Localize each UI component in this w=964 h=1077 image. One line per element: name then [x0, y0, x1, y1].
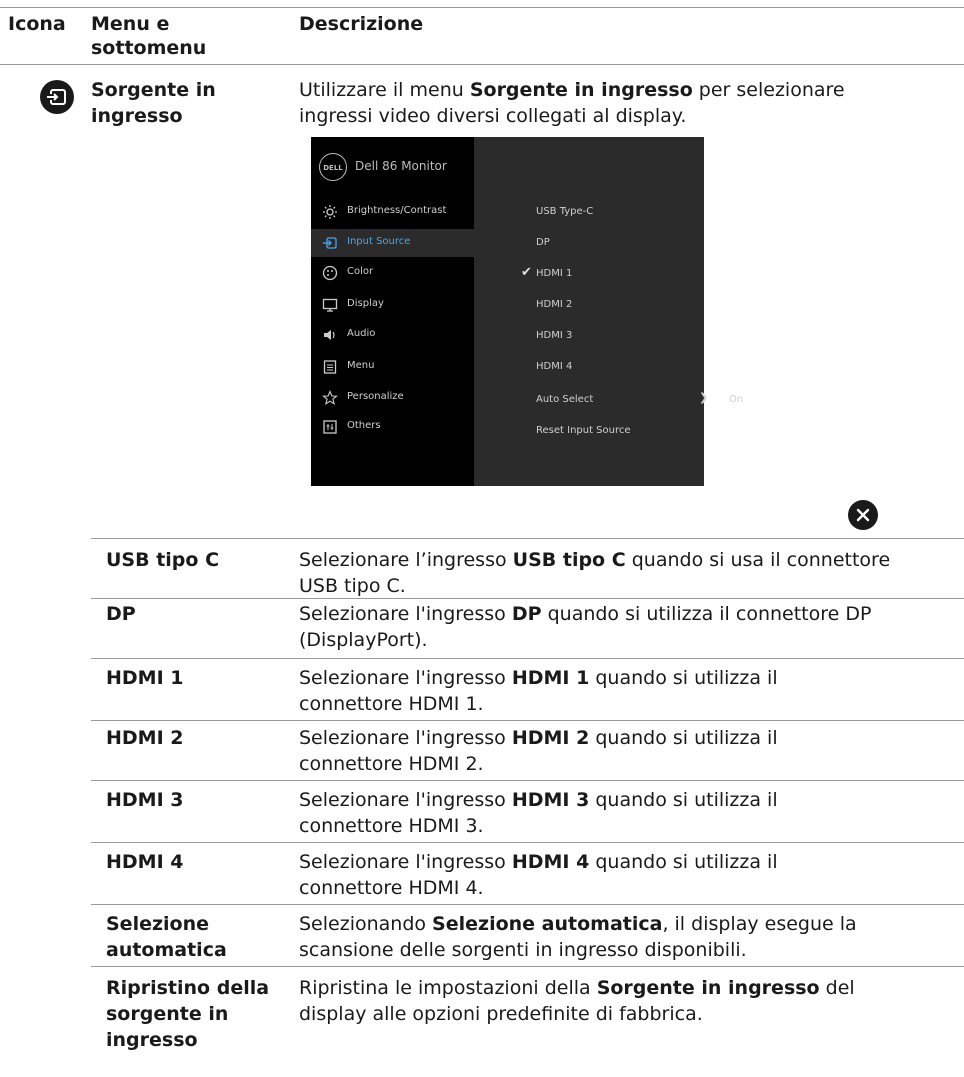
- star-icon: [322, 390, 338, 406]
- row-rule: [91, 842, 964, 843]
- submenu-name: HDMI 2: [106, 727, 184, 749]
- submenu-description: connettore HDMI 2.: [299, 753, 484, 775]
- osd-menu-display[interactable]: Display: [311, 291, 474, 319]
- main-title-line1: Sorgente in: [91, 79, 216, 101]
- submenu-description: scansione delle sorgenti in ingresso dis…: [299, 939, 747, 961]
- osd-option-usb-type-c[interactable]: USB Type-C: [536, 206, 593, 217]
- osd-sidebar: DELL Dell 86 Monitor Brightness/Contrast…: [311, 137, 474, 486]
- submenu-description: display alle opzioni predefinite di fabb…: [299, 1003, 703, 1025]
- osd-option-hdmi3[interactable]: HDMI 3: [536, 330, 572, 341]
- submenu-description: USB tipo C.: [299, 575, 406, 597]
- row-rule: [91, 538, 964, 539]
- osd-auto-select-value: On: [729, 394, 744, 405]
- osd-menu-label: Menu: [347, 360, 375, 371]
- main-description-line2: ingressi video diversi collegati al disp…: [299, 105, 687, 127]
- row-rule: [91, 780, 964, 781]
- osd-option-hdmi4[interactable]: HDMI 4: [536, 361, 572, 372]
- input-source-icon: [323, 237, 337, 249]
- osd-menu-input-source[interactable]: Input Source: [311, 229, 474, 257]
- osd-menu-label: Audio: [347, 328, 376, 339]
- osd-menu-brightness[interactable]: Brightness/Contrast: [311, 198, 474, 226]
- osd-menu-personalize[interactable]: Personalize: [311, 384, 474, 412]
- row-rule: [91, 904, 964, 905]
- osd-options-panel: USB Type-C DP ✔ HDMI 1 HDMI 2 HDMI 3 HDM…: [474, 137, 743, 486]
- input-source-icon: [40, 80, 74, 114]
- submenu-description: Selezionare l'ingresso DP quando si util…: [299, 603, 872, 625]
- osd-option-reset-input-source[interactable]: Reset Input Source: [536, 425, 631, 436]
- submenu-name: automatica: [106, 939, 227, 961]
- submenu-description: Selezionare l'ingresso HDMI 4 quando si …: [299, 851, 778, 873]
- submenu-name: HDMI 4: [106, 851, 184, 873]
- dell-logo: DELL: [319, 153, 347, 181]
- osd-option-dp[interactable]: DP: [536, 237, 550, 248]
- header-icon: Icona: [8, 13, 66, 35]
- header-menu-line2: sottomenu: [91, 37, 207, 59]
- osd-menu-label: Display: [347, 298, 384, 309]
- header-menu-line1: Menu e: [91, 13, 170, 35]
- chevron-right-icon: ❯: [699, 391, 709, 404]
- osd-menu-label: Brightness/Contrast: [347, 205, 447, 216]
- submenu-description: (DisplayPort).: [299, 629, 428, 651]
- submenu-name: HDMI 1: [106, 667, 184, 689]
- table-top-rule: [0, 7, 964, 8]
- osd-menu-menu[interactable]: Menu: [311, 353, 474, 381]
- submenu-description: connettore HDMI 3.: [299, 815, 484, 837]
- osd-menu-label: Input Source: [347, 236, 411, 247]
- menu-icon: [323, 360, 337, 374]
- submenu-description: connettore HDMI 1.: [299, 693, 484, 715]
- submenu-description: Selezionare l'ingresso HDMI 2 quando si …: [299, 727, 778, 749]
- audio-icon: [324, 330, 335, 340]
- color-icon: [322, 265, 338, 281]
- osd-option-hdmi1[interactable]: HDMI 1: [536, 268, 572, 279]
- submenu-name: Ripristino della: [106, 977, 270, 999]
- main-description-line1: Utilizzare il menu Sorgente in ingresso …: [299, 79, 845, 101]
- osd-menu-others[interactable]: Others: [311, 413, 474, 441]
- brightness-icon: [323, 205, 337, 219]
- submenu-name: HDMI 3: [106, 789, 184, 811]
- submenu-description: Ripristina le impostazioni della Sorgent…: [299, 977, 855, 999]
- submenu-description: Selezionando Selezione automatica, il di…: [299, 913, 857, 935]
- osd-menu-color[interactable]: Color: [311, 259, 474, 287]
- row-rule: [91, 658, 964, 659]
- submenu-description: connettore HDMI 4.: [299, 877, 484, 899]
- close-icon: [848, 500, 878, 530]
- osd-title: Dell 86 Monitor: [355, 159, 447, 173]
- display-icon: [322, 298, 338, 312]
- submenu-name: ingresso: [106, 1029, 198, 1051]
- submenu-description: Selezionare l'ingresso HDMI 3 quando si …: [299, 789, 778, 811]
- main-title-line2: ingresso: [91, 105, 183, 127]
- submenu-description: Selezionare l’ingresso USB tipo C quando…: [299, 549, 891, 571]
- header-description: Descrizione: [299, 13, 424, 35]
- checkmark-icon: ✔: [521, 265, 532, 280]
- others-icon: [323, 420, 337, 434]
- osd-menu-audio[interactable]: Audio: [311, 321, 474, 349]
- submenu-description: Selezionare l'ingresso HDMI 1 quando si …: [299, 667, 778, 689]
- row-rule: [91, 598, 964, 599]
- osd-option-auto-select[interactable]: Auto Select: [536, 394, 593, 405]
- submenu-name: sorgente in: [106, 1003, 229, 1025]
- submenu-name: Selezione: [106, 913, 210, 935]
- osd-menu-screenshot: DELL Dell 86 Monitor Brightness/Contrast…: [311, 137, 743, 486]
- osd-option-hdmi2[interactable]: HDMI 2: [536, 299, 572, 310]
- osd-menu-label: Personalize: [347, 391, 404, 402]
- header-rule: [0, 64, 964, 65]
- submenu-name: DP: [106, 603, 136, 625]
- row-rule: [91, 966, 964, 967]
- osd-menu-label: Color: [347, 266, 374, 277]
- row-rule: [91, 720, 964, 721]
- osd-menu-label: Others: [347, 420, 381, 431]
- submenu-name: USB tipo C: [106, 549, 220, 571]
